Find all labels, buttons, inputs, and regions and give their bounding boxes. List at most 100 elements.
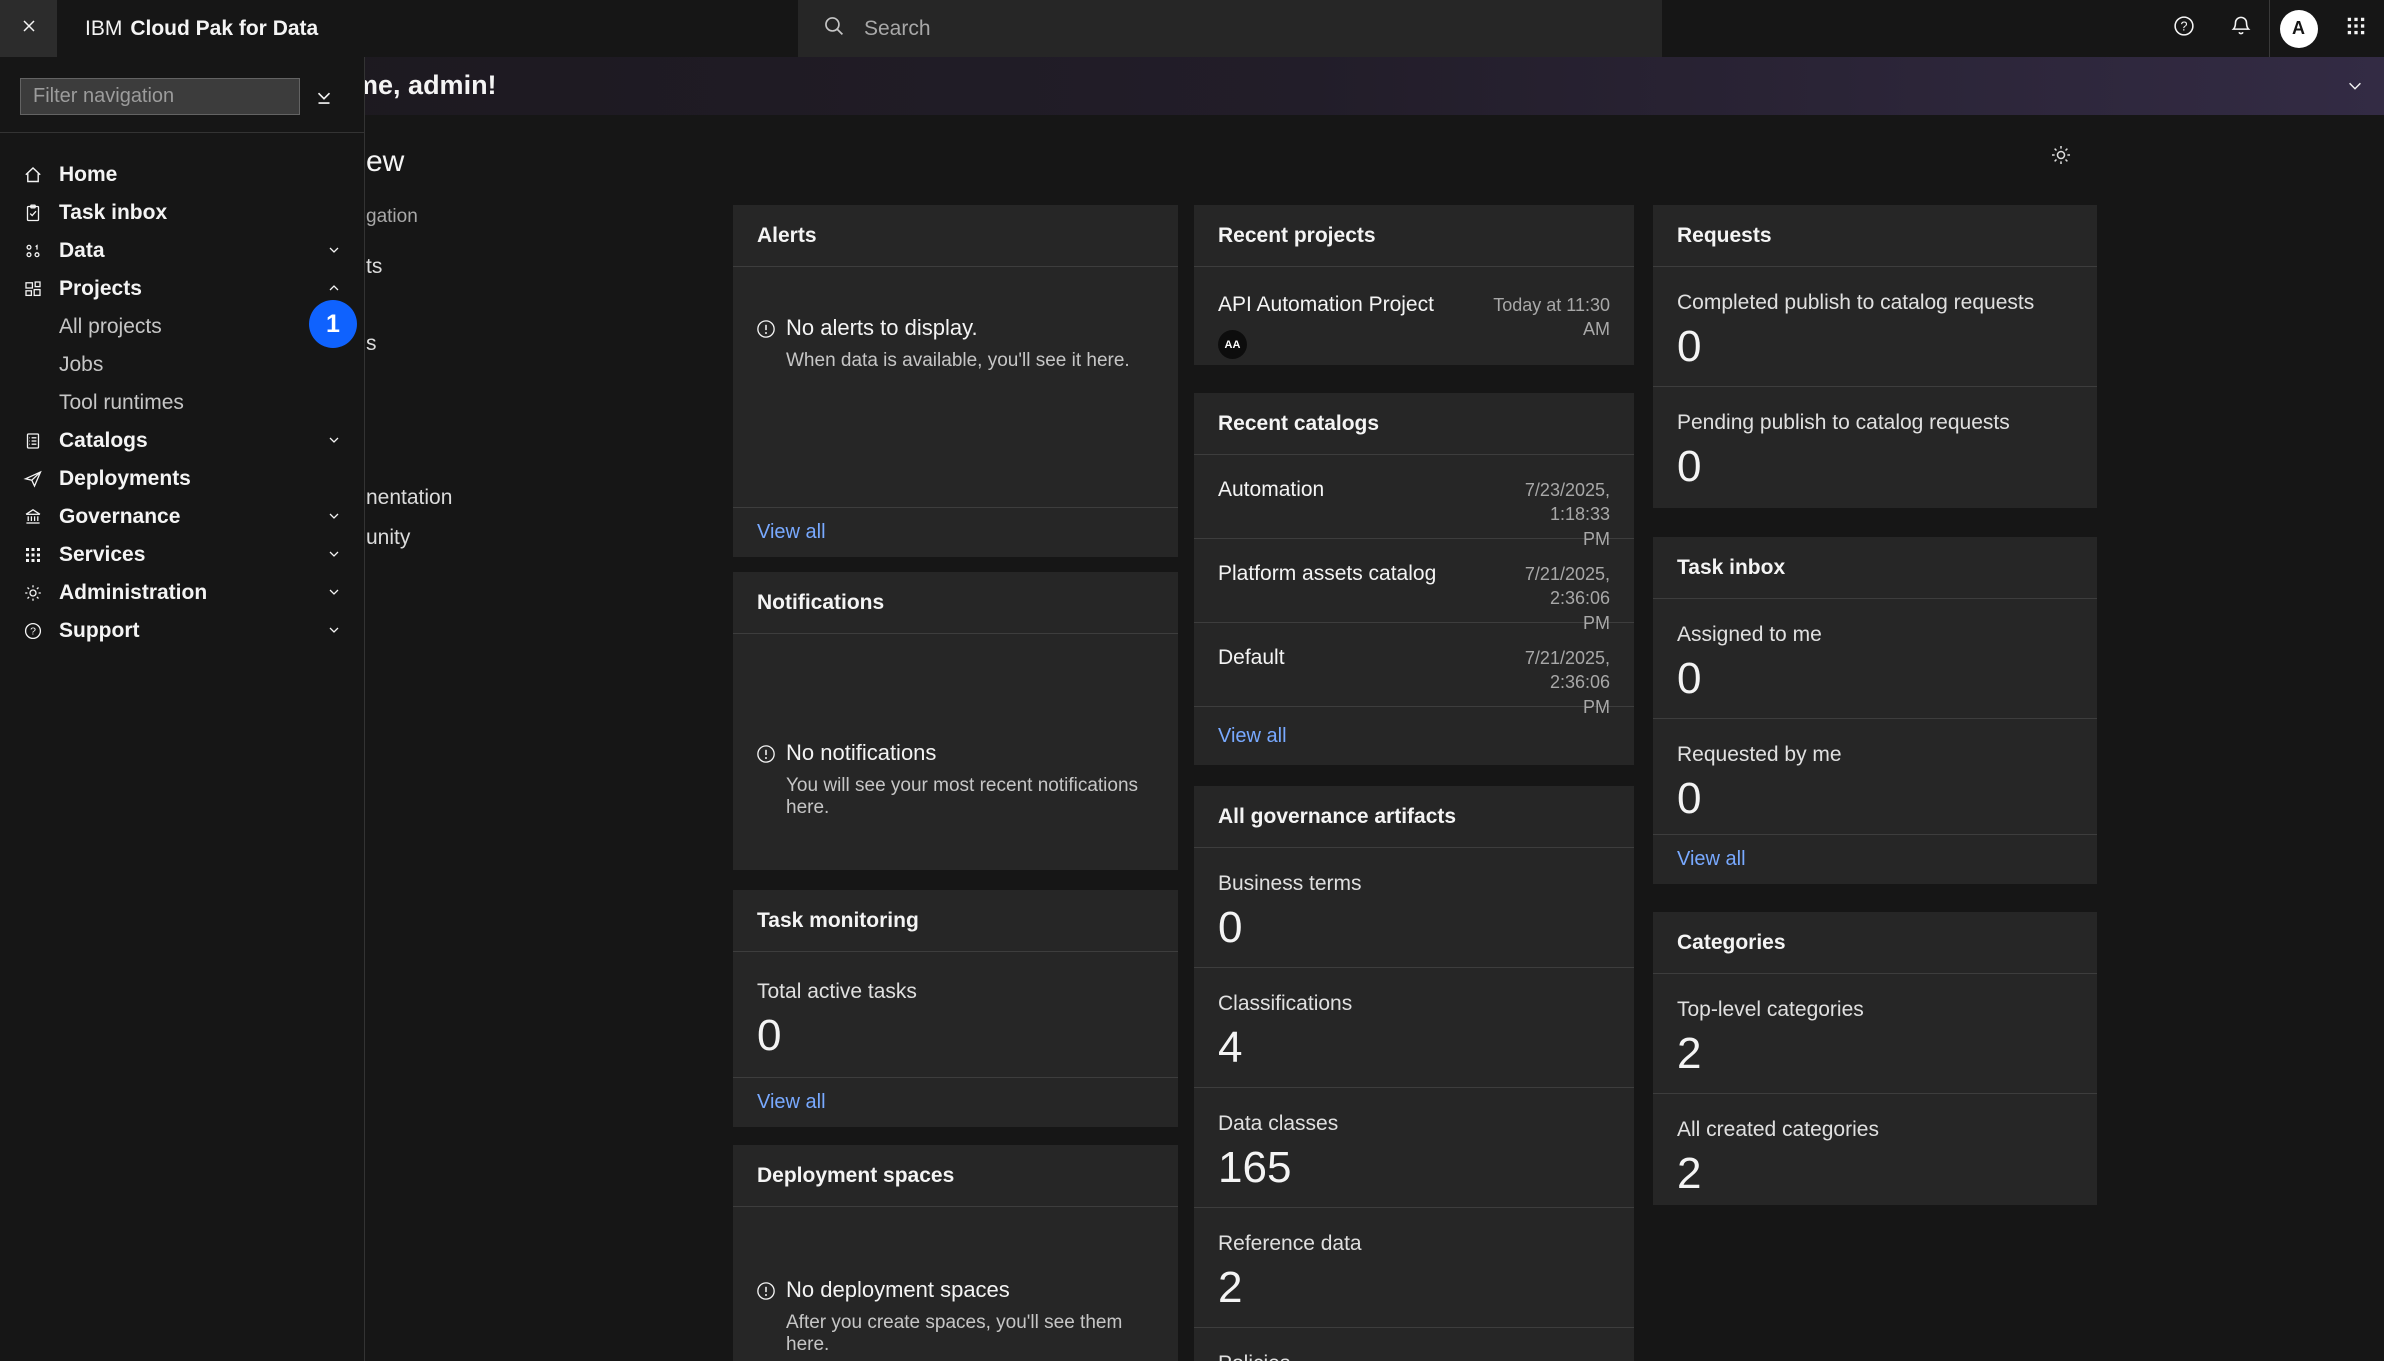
- recent-projects-card-title: Recent projects: [1194, 205, 1634, 267]
- deployment-spaces-empty-subtitle: After you create spaces, you'll see them…: [786, 1312, 1156, 1356]
- recent-catalogs-view-all-link[interactable]: View all: [1218, 725, 1287, 748]
- sidebar-item-catalogs[interactable]: Catalogs: [0, 422, 364, 460]
- sidebar-item-task-inbox[interactable]: Task inbox: [0, 194, 364, 232]
- requests-card-title: Requests: [1653, 205, 2097, 267]
- metric-value: 2: [1677, 1032, 2073, 1076]
- search-input[interactable]: [862, 16, 1622, 42]
- collapse-nav-icon[interactable]: [313, 86, 335, 108]
- task-inbox-view-all-link[interactable]: View all: [1677, 848, 1746, 871]
- notifications-empty-title: No notifications: [786, 740, 1156, 766]
- link-fragment: unity: [366, 526, 410, 550]
- notifications-card-title: Notifications: [733, 572, 1178, 634]
- metric-label: Policies: [1218, 1352, 1610, 1361]
- catalog-row[interactable]: Platform assets catalog 7/21/2025, 2:36:…: [1194, 539, 1634, 623]
- metric-label: Reference data: [1218, 1232, 1610, 1256]
- sidebar-item-projects[interactable]: Projects: [0, 270, 364, 308]
- task-monitoring-view-all-link[interactable]: View all: [757, 1091, 826, 1114]
- profile-button[interactable]: A: [2270, 0, 2327, 57]
- services-icon: [23, 545, 43, 565]
- deployment-spaces-card: Deployment spaces No deployment spaces A…: [733, 1145, 1178, 1361]
- sidebar-item-deployments[interactable]: Deployments: [0, 460, 364, 498]
- governance-metric[interactable]: Data classes 165: [1194, 1088, 1634, 1208]
- overview-heading-fragment: ew: [366, 145, 404, 179]
- task-inbox-icon: [23, 203, 43, 223]
- data-icon: [23, 241, 43, 261]
- settings-gear-icon[interactable]: [2050, 144, 2072, 171]
- project-name[interactable]: API Automation Project: [1218, 293, 1434, 317]
- link-fragment: s: [366, 332, 377, 356]
- metric-value: 165: [1218, 1146, 1610, 1190]
- project-avatar: AA: [1218, 330, 1247, 359]
- sidebar-item-home[interactable]: Home: [0, 156, 364, 194]
- requests-metric[interactable]: Pending publish to catalog requests 0: [1653, 387, 2097, 507]
- governance-metric[interactable]: Policies: [1194, 1328, 1634, 1361]
- governance-metric[interactable]: Classifications 4: [1194, 968, 1634, 1088]
- categories-metric[interactable]: Top-level categories 2: [1653, 974, 2097, 1094]
- catalogs-icon: [23, 431, 43, 451]
- task-inbox-card: Task inbox Assigned to me 0 Requested by…: [1653, 537, 2097, 884]
- avatar: A: [2280, 10, 2318, 48]
- help-icon: ?: [2172, 14, 2196, 43]
- app-switcher-grid-icon: [2345, 15, 2367, 42]
- catalog-row[interactable]: Automation 7/23/2025, 1:18:33 PM: [1194, 455, 1634, 539]
- chevron-down-icon[interactable]: [326, 432, 342, 448]
- recent-projects-card: Recent projects API Automation Project A…: [1194, 205, 1634, 365]
- catalog-row[interactable]: Default 7/21/2025, 2:36:06 PM: [1194, 623, 1634, 707]
- chevron-down-icon[interactable]: [326, 622, 342, 638]
- link-fragment: gation: [366, 206, 418, 228]
- chevron-up-icon[interactable]: [326, 280, 342, 296]
- metric-label: Pending publish to catalog requests: [1677, 411, 2073, 435]
- sidebar-item-data[interactable]: Data: [0, 232, 364, 270]
- info-icon: [755, 318, 777, 340]
- task-inbox-metric[interactable]: Assigned to me 0: [1653, 599, 2097, 719]
- chevron-down-icon[interactable]: [326, 584, 342, 600]
- governance-metric[interactable]: Reference data 2: [1194, 1208, 1634, 1328]
- governance-icon: [23, 507, 43, 527]
- categories-metric[interactable]: All created categories 2: [1653, 1094, 2097, 1214]
- sidebar-item-tool-runtimes[interactable]: Tool runtimes: [0, 384, 364, 422]
- catalog-name[interactable]: Platform assets catalog: [1218, 562, 1436, 622]
- chevron-down-icon[interactable]: [326, 546, 342, 562]
- catalog-name[interactable]: Default: [1218, 646, 1285, 706]
- global-search[interactable]: [798, 0, 1662, 57]
- close-icon: [19, 16, 39, 41]
- app-switcher-button[interactable]: [2327, 0, 2384, 57]
- close-nav-button[interactable]: [0, 0, 57, 57]
- alerts-card-footer: View all: [733, 507, 1178, 557]
- catalog-name[interactable]: Automation: [1218, 478, 1324, 538]
- governance-metric[interactable]: Business terms 0: [1194, 848, 1634, 968]
- chevron-down-icon[interactable]: [2346, 77, 2364, 100]
- sidebar-item-jobs[interactable]: Jobs: [0, 346, 364, 384]
- link-fragment: ts: [366, 255, 382, 279]
- chevron-down-icon[interactable]: [326, 242, 342, 258]
- sidebar-item-administration[interactable]: Administration: [0, 574, 364, 612]
- sidebar-item-support[interactable]: ? Support: [0, 612, 364, 650]
- metric-label: Completed publish to catalog requests: [1677, 291, 2073, 315]
- notifications-button[interactable]: [2212, 0, 2269, 57]
- all-projects-count-badge[interactable]: 1: [309, 300, 357, 348]
- metric-value: 4: [1218, 1026, 1610, 1070]
- sidebar-item-services[interactable]: Services: [0, 536, 364, 574]
- task-monitoring-card: Task monitoring Total active tasks 0 Vie…: [733, 890, 1178, 1127]
- metric-label: Total active tasks: [757, 980, 1154, 1004]
- metric-value: 0: [1677, 445, 2073, 489]
- alerts-view-all-link[interactable]: View all: [757, 521, 826, 544]
- metric-value: 2: [1677, 1152, 2073, 1196]
- app-brand: IBM Cloud Pak for Data: [85, 0, 318, 57]
- filter-navigation-input[interactable]: [20, 78, 300, 115]
- requests-card: Requests Completed publish to catalog re…: [1653, 205, 2097, 508]
- catalog-timestamp: 7/21/2025, 2:36:06 PM: [1525, 562, 1610, 622]
- help-button[interactable]: ?: [2155, 0, 2212, 57]
- task-inbox-card-footer: View all: [1653, 834, 2097, 884]
- task-inbox-metric[interactable]: Requested by me 0: [1653, 719, 2097, 839]
- task-monitoring-card-footer: View all: [733, 1077, 1178, 1127]
- sidebar-item-governance[interactable]: Governance: [0, 498, 364, 536]
- project-row[interactable]: API Automation Project AA Today at 11:30…: [1194, 267, 1634, 359]
- chevron-down-icon[interactable]: [326, 508, 342, 524]
- metric-label: Assigned to me: [1677, 623, 2073, 647]
- categories-card: Categories Top-level categories 2 All cr…: [1653, 912, 2097, 1205]
- catalog-timestamp: 7/21/2025, 2:36:06 PM: [1525, 646, 1610, 706]
- info-icon: [755, 743, 777, 765]
- requests-metric[interactable]: Completed publish to catalog requests 0: [1653, 267, 2097, 387]
- bell-icon: [2229, 14, 2253, 43]
